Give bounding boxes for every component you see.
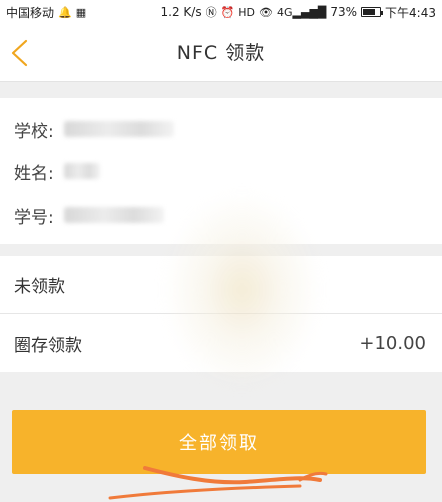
student-info-card: 学校: 姓名: 学号: [0, 98, 442, 244]
student-id-label: 学号: [14, 207, 54, 228]
name-value-redacted [63, 163, 100, 179]
signal-icon: 4G▂▄▆█ [277, 5, 327, 19]
circle-deposit-label: 圈存领款 [14, 335, 82, 356]
unclaimed-label: 未领款 [14, 277, 65, 297]
claim-list: 未领款 圈存领款 +10.00 [0, 256, 442, 372]
status-bar: 中国移动 🔔 ▦ 1.2 K/s Ⓝ ⏰ HD 👁 4G▂▄▆█ 73% 下午4… [0, 0, 442, 24]
circle-deposit-amount: +10.00 [359, 332, 426, 354]
status-bar-left: 中国移动 🔔 ▦ [6, 4, 86, 21]
name-label: 姓名: [14, 163, 54, 184]
student-id-value-redacted [63, 207, 164, 223]
nav-bar: NFC 领款 [0, 24, 442, 82]
school-value-redacted [63, 121, 174, 137]
clock: 下午4:43 [385, 5, 436, 20]
alarm-icon: ⏰ [220, 5, 235, 19]
status-bar-right: 1.2 K/s Ⓝ ⏰ HD 👁 4G▂▄▆█ 73% 下午4:43 [161, 4, 436, 21]
list-item-circle-deposit[interactable]: 圈存领款 +10.00 [0, 314, 442, 372]
name-row: 姓名: [14, 156, 100, 186]
battery-icon [361, 7, 384, 17]
hd-icon: HD [238, 5, 256, 19]
app-notification-icon: ▦ [75, 5, 87, 19]
student-id-row: 学号: [14, 200, 164, 230]
network-speed: 1.2 K/s [160, 5, 202, 19]
notification-bell-icon: 🔔 [58, 5, 72, 19]
carrier-name: 中国移动 [6, 5, 55, 20]
page-title: NFC 领款 [176, 42, 266, 64]
nfc-icon: Ⓝ [205, 6, 217, 19]
battery-percent: 73% [330, 5, 358, 19]
school-row: 学校: [14, 114, 174, 144]
eye-icon: 👁 [259, 5, 273, 19]
claim-all-button[interactable]: 全部领取 [12, 410, 426, 474]
signal-type: 4G [277, 5, 293, 19]
school-label: 学校: [14, 121, 54, 142]
list-item-unclaimed[interactable]: 未领款 [0, 256, 442, 314]
